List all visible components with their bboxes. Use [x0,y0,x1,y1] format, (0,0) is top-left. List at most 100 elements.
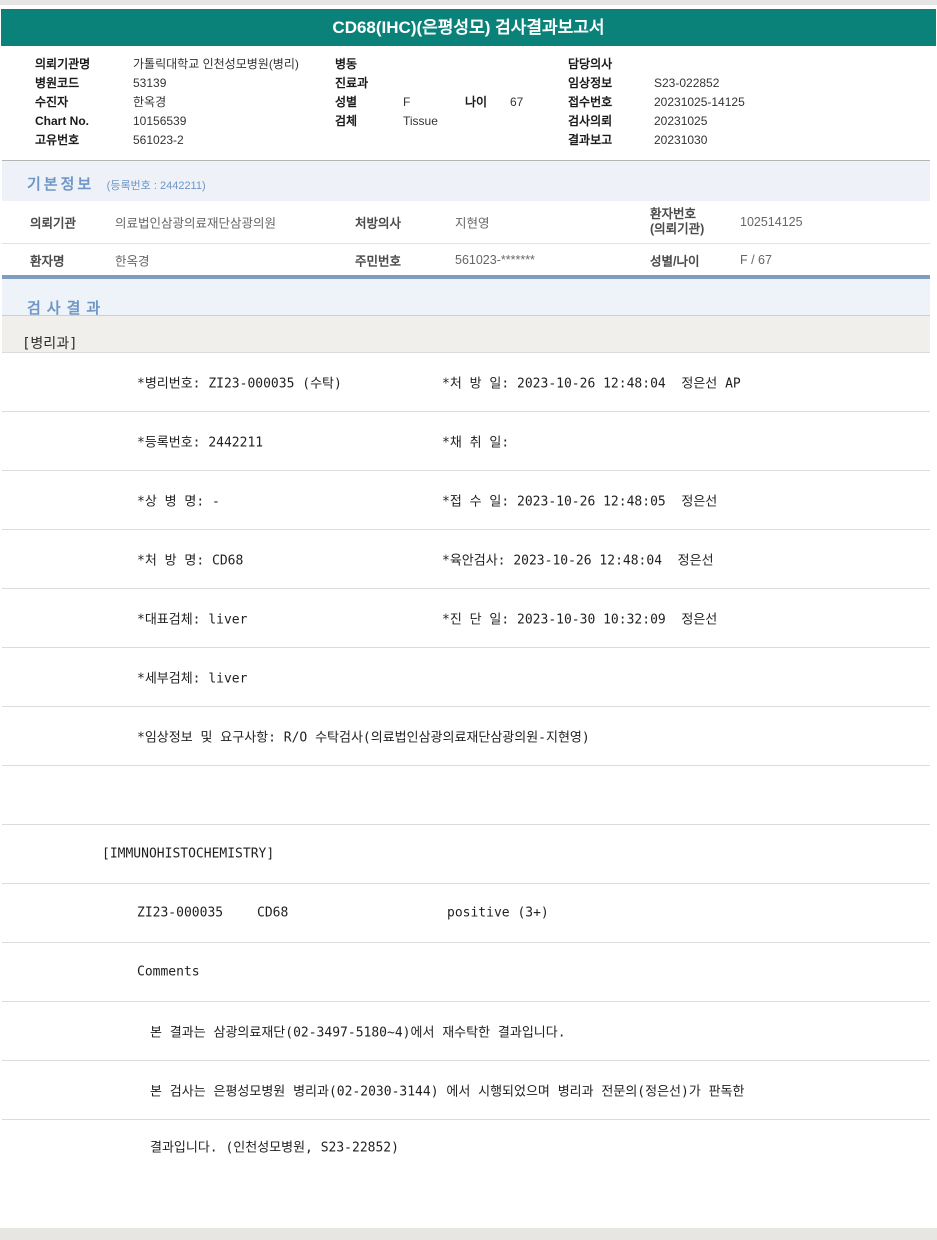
field-label: 결과보고 [568,133,613,147]
basic-info-section-header: 기본정보 (등록번호 : 2442211) [2,160,930,201]
field-label: 검사의뢰 [568,114,613,128]
field-row-specimen: 검체 Tissue [335,112,523,131]
field-label: 병원코드 [35,76,80,90]
result-row-representative-specimen: *대표검체: liver *진 단 일: 2023-10-30 10:32:09… [2,589,930,648]
pathology-number: *병리번호: ZI23-000035 (수탁) [137,376,342,392]
field-value: 561023-2 [133,133,184,147]
report-title-bar: CD68(IHC)(은평성모) 검사결과보고서 [1,9,936,46]
field-row-result-report-date: 결과보고 20231030 [568,131,745,150]
field-row-accession-no: 접수번호 20231025-14125 [568,93,745,112]
cell-label-patient-number: 환자번호 (의뢰기관) [650,207,705,236]
cell-value-prescribing-doctor: 지현영 [455,216,490,231]
field-row-chart-no: Chart No. 10156539 [35,112,299,131]
cell-value-patient-name: 한옥경 [115,254,150,268]
patient-info-right-column: 담당의사 임상정보 S23-022852 접수번호 20231025-14125 검… [568,55,745,150]
test-results-heading: 검사결과 [27,300,107,317]
cell-value-resident-id: 561023-******* [455,252,535,267]
field-value: 가톨릭대학교 인천성모병원(병리) [133,57,299,71]
result-row-clinical-info-request: *임상정보 및 요구사항: R/O 수탁검사(의료법인삼광의료재단삼광의원-지현… [2,707,930,766]
bottom-strip [0,1228,937,1240]
report-title: CD68(IHC)(은평성모) 검사결과보고서 [332,18,605,37]
comment-line: 결과입니다. (인천성모병원, S23-22852) [150,1140,399,1155]
basic-info-table-row: 의뢰기관 의료법인삼광의료재단삼광의원 처방의사 지현영 환자번호 (의뢰기관)… [2,201,930,244]
field-row-hospital-code: 병원코드 53139 [35,74,299,93]
field-label: 검체 [335,114,358,128]
result-row-ihc-result: ZI23-000035 CD68 positive (3+) [2,884,930,943]
field-row-ward: 병동 [335,55,523,74]
field-value: S23-022852 [654,76,720,90]
cell-label-sex-age: 성별/나이 [650,254,700,268]
registration-number: *등록번호: 2442211 [137,435,264,451]
receipt-date: *접 수 일: 2023-10-26 12:48:05 정은선 [442,494,718,510]
field-label: Chart No. [35,114,89,128]
field-value: 53139 [133,76,167,90]
field-row-clinic-dept: 진료과 [335,74,523,93]
field-value: 20231025 [654,114,708,128]
result-row-comments-label: Comments [2,943,930,1002]
clinical-info-and-request: *임상정보 및 요구사항: R/O 수탁검사(의료법인삼광의료재단삼광의원-지현… [137,730,590,746]
field-label: 성별 [335,95,358,109]
detail-specimen: *세부검체: liver [137,671,248,687]
comment-line: 본 결과는 삼광의료재단(02-3497-5180~4)에서 재수탁한 결과입니… [150,1025,566,1041]
field-row-unique-no: 고유번호 561023-2 [35,131,299,150]
cell-value-requesting-org: 의료법인삼광의료재단삼광의원 [115,216,277,231]
department-label: [병리과] [22,336,78,352]
age-label: 나이 [465,95,488,109]
ihc-result-value: positive (3+) [447,905,549,921]
collection-date: *채 취 일: [442,435,510,451]
basic-info-heading: 기본정보 [27,176,95,193]
field-value: Tissue [403,114,438,128]
ihc-test-name: CD68 [257,905,289,921]
field-row-attending-doctor: 담당의사 [568,55,745,74]
diagnosis-date: *진 단 일: 2023-10-30 10:32:09 정은선 [442,612,718,628]
sex-value: F [403,95,411,109]
field-row-test-request-date: 검사의뢰 20231025 [568,112,745,131]
prescription-date: *처 방 일: 2023-10-26 12:48:04 정은선 AP [442,376,741,392]
result-row-empty [2,766,930,825]
field-value: 20231030 [654,133,708,147]
gross-exam-date: *육안검사: 2023-10-26 12:48:04 정은선 [442,553,714,569]
basic-info-table-row: 환자명 한옥경 주민번호 561023-******* 성별/나이 F / 67 [2,244,930,279]
result-row-diagnosis-name: *상 병 명: - *접 수 일: 2023-10-26 12:48:05 정은… [2,471,930,530]
field-label: 담당의사 [568,57,613,71]
result-row-comment-2: 본 검사는 은평성모병원 병리과(02-2030-3144) 에서 시행되었으며… [2,1061,930,1120]
age-value: 67 [510,95,524,109]
field-label: 고유번호 [35,133,80,147]
result-row-order-name: *처 방 명: CD68 *육안검사: 2023-10-26 12:48:04 … [2,530,930,589]
cell-label-resident-id: 주민번호 [355,254,402,268]
field-label: 진료과 [335,76,369,90]
comment-line: 본 검사는 은평성모병원 병리과(02-2030-3144) 에서 시행되었으며… [150,1084,745,1100]
ihc-section-title: [IMMUNOHISTOCHEMISTRY] [102,846,275,862]
result-row-comment-1: 본 결과는 삼광의료재단(02-3497-5180~4)에서 재수탁한 결과입니… [2,1002,930,1061]
result-row-ihc-section: [IMMUNOHISTOCHEMISTRY] [2,825,930,884]
representative-specimen: *대표검체: liver [137,612,248,628]
field-value: 한옥경 [133,95,167,109]
diagnosis-name: *상 병 명: - [137,494,220,510]
cell-label-requesting-org: 의뢰기관 [30,216,77,231]
registration-number-note: (등록번호 : 2442211) [106,180,206,192]
cell-value-sex-age: F / 67 [740,252,772,267]
result-row-registration-no: *등록번호: 2442211 *채 취 일: [2,412,930,471]
field-value: 20231025-14125 [654,95,745,109]
field-row-requesting-org: 의뢰기관명 가톨릭대학교 인천성모병원(병리) [35,55,299,74]
patient-info-left-column: 의뢰기관명 가톨릭대학교 인천성모병원(병리) 병원코드 53139 수진자 한옥경 … [35,55,299,150]
test-results-section-header: 검사결과 [2,279,930,317]
comments-label: Comments [137,964,200,980]
patient-info-header: 의뢰기관명 가톨릭대학교 인천성모병원(병리) 병원코드 53139 수진자 한옥경 … [0,46,937,160]
field-label: 임상정보 [568,76,613,90]
cell-value-patient-number: 102514125 [740,215,803,229]
field-value: 10156539 [133,114,187,128]
ihc-specimen-no: ZI23-000035 [137,905,224,921]
patient-info-middle-column: 병동 진료과 성별 F 나이 67 검체 Tissue [335,55,523,131]
field-label: 접수번호 [568,95,613,109]
result-row-comment-3: 결과입니다. (인천성모병원, S23-22852) [2,1120,930,1171]
field-label: 병동 [335,57,358,71]
department-row: [병리과] [2,316,930,353]
field-row-clinical-info: 임상정보 S23-022852 [568,74,745,93]
order-name: *처 방 명: CD68 [137,553,244,569]
cell-label-prescribing-doctor: 처방의사 [355,216,402,231]
result-row-detail-specimen: *세부검체: liver [2,648,930,707]
cell-label-patient-name: 환자명 [30,254,65,268]
field-row-examinee: 수진자 한옥경 [35,93,299,112]
result-row-pathology-no: *병리번호: ZI23-000035 (수탁) *처 방 일: 2023-10-… [2,353,930,412]
